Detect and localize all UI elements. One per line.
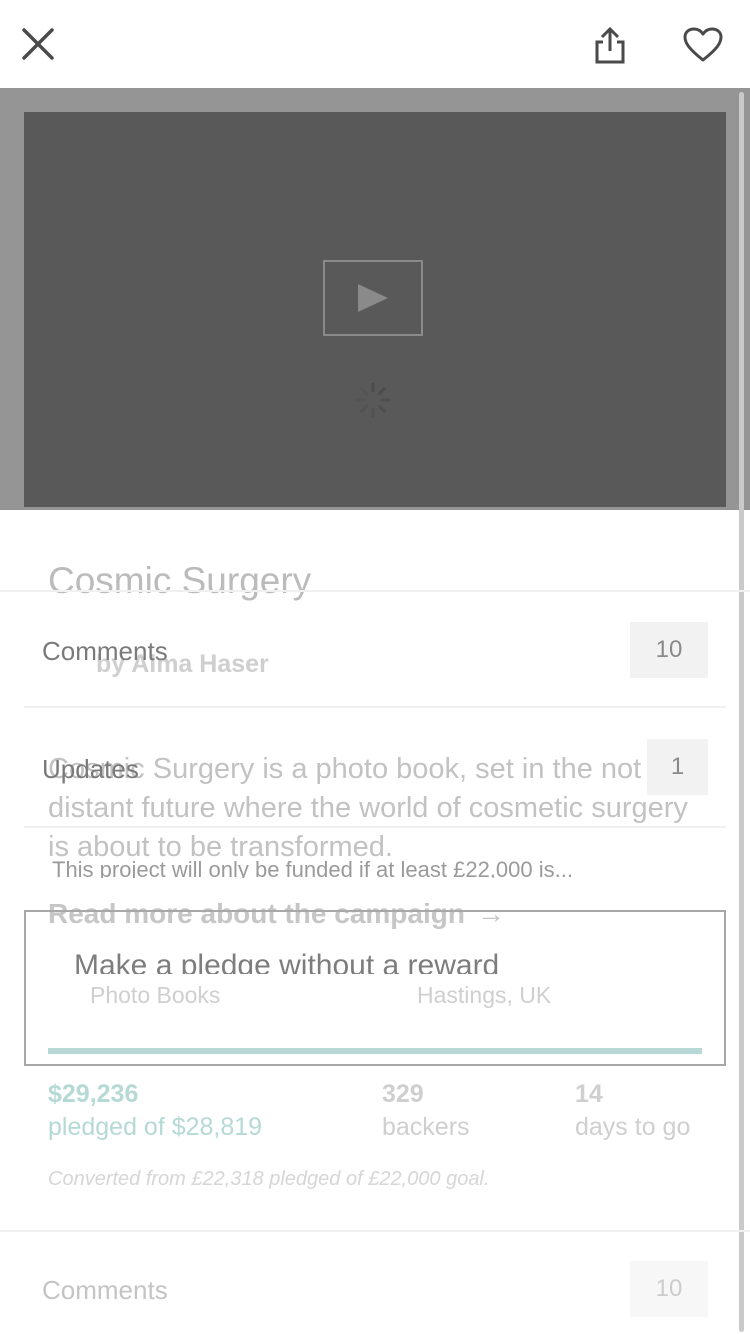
project-title: Cosmic Surgery (48, 560, 312, 601)
close-button[interactable] (14, 20, 62, 68)
favorite-button[interactable] (678, 20, 728, 70)
divider (0, 590, 750, 592)
divider (0, 1230, 750, 1232)
pledged-goal-label: pledged of $28,819 (48, 1113, 263, 1141)
backers-count: 329 (382, 1080, 424, 1108)
comments-row-label[interactable]: Comments (42, 1275, 168, 1306)
currency-conversion-note: Converted from £22,318 pledged of £22,00… (48, 1168, 490, 1190)
funding-progress-bar (48, 1048, 702, 1054)
comments-count-badge[interactable]: 10 (630, 622, 708, 678)
spinner-icon (355, 382, 391, 418)
comments-count-badge[interactable]: 10 (630, 1261, 708, 1317)
project-location[interactable]: Hastings, UK (417, 982, 551, 1009)
days-label: days to go (575, 1113, 691, 1141)
days-count: 14 (575, 1080, 603, 1108)
scrollbar[interactable] (739, 92, 744, 1332)
pledged-amount: $29,236 (48, 1080, 139, 1108)
project-category[interactable]: Photo Books (90, 982, 220, 1009)
funding-note: This project will only be funded if at l… (52, 857, 573, 878)
play-button[interactable] (323, 260, 423, 336)
play-icon (358, 284, 388, 312)
close-icon (22, 28, 54, 60)
heart-icon (683, 27, 723, 62)
funding-progress-fill (48, 1048, 702, 1054)
top-bar (0, 0, 750, 88)
pledge-label: Make a pledge without a reward (74, 949, 500, 974)
share-icon (595, 27, 625, 64)
backers-label: backers (382, 1113, 470, 1141)
comments-row-label[interactable]: Comments (42, 636, 168, 667)
divider (24, 706, 726, 708)
divider (24, 826, 726, 828)
project-blurb: Cosmic Surgery is a photo book, set in t… (48, 753, 690, 863)
share-button[interactable] (586, 22, 634, 70)
updates-count-badge[interactable]: 1 (647, 739, 708, 795)
updates-row-label[interactable]: Updates (42, 754, 139, 785)
